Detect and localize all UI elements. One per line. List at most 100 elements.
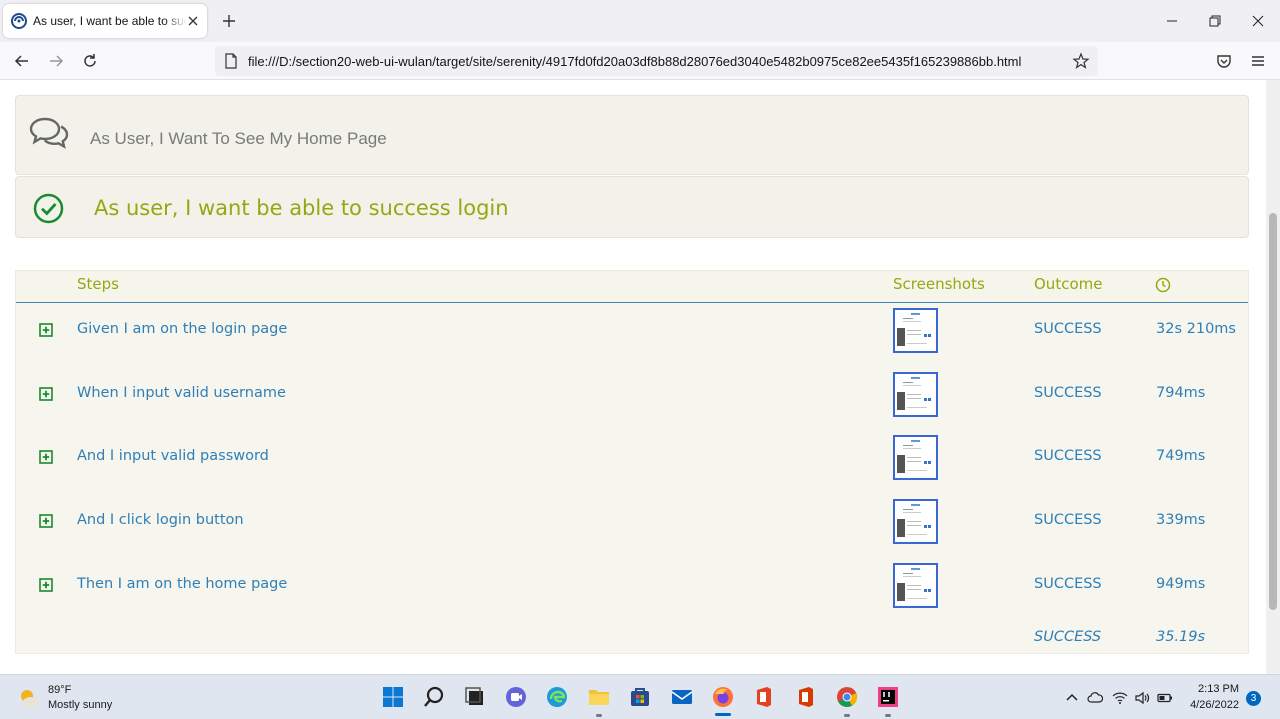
onedrive-cloud-icon[interactable] [1087, 690, 1103, 706]
screenshot-preview-icon [895, 374, 936, 415]
comments-icon [29, 117, 69, 149]
screenshot-thumbnail[interactable] [893, 563, 938, 608]
weather-temperature[interactable]: 89°F [48, 684, 71, 696]
minimize-icon[interactable] [1163, 12, 1181, 30]
chrome-running-indicator [844, 714, 850, 717]
file-icon [225, 53, 237, 69]
step-duration: 749ms [1156, 448, 1206, 464]
clock-time[interactable]: 2:13 PM [1187, 683, 1239, 695]
step-outcome: SUCCESS [1034, 321, 1102, 337]
notification-badge[interactable]: 3 [1246, 691, 1261, 706]
expand-plus-icon[interactable] [39, 514, 53, 528]
file-explorer-icon[interactable] [587, 685, 611, 709]
step-duration: 794ms [1156, 385, 1206, 401]
check-circle-icon [33, 193, 64, 224]
chevron-up-icon[interactable] [1064, 690, 1080, 706]
screenshot-thumbnail[interactable] [893, 372, 938, 417]
expand-plus-icon[interactable] [39, 578, 53, 592]
firefox-icon[interactable] [711, 685, 735, 709]
edge-browser-icon[interactable] [545, 685, 569, 709]
reload-icon[interactable] [80, 51, 100, 71]
tab-title: As user, I want be able to success login [33, 14, 187, 28]
step-outcome: SUCCESS [1034, 385, 1102, 401]
expand-plus-icon[interactable] [39, 323, 53, 337]
screenshots-column-header: Screenshots [893, 275, 985, 293]
expand-plus-icon[interactable] [39, 387, 53, 401]
step-outcome: SUCCESS [1034, 576, 1102, 592]
step-description[interactable]: Then I am on the home page [77, 576, 287, 592]
step-outcome: SUCCESS [1034, 512, 1102, 528]
wifi-icon[interactable] [1112, 690, 1128, 706]
back-arrow-icon[interactable] [12, 51, 32, 71]
hamburger-menu-icon[interactable] [1248, 51, 1268, 71]
screenshot-preview-icon [895, 565, 936, 606]
intellij-idea-icon[interactable] [876, 685, 900, 709]
step-description[interactable]: And I click login button [77, 512, 244, 528]
serenity-favicon-icon [11, 13, 27, 29]
browser-tab-strip: As user, I want be able to success login [0, 0, 1280, 42]
step-description[interactable]: And I input valid password [77, 448, 269, 464]
screenshot-preview-icon [895, 501, 936, 542]
office-alt-icon[interactable] [794, 685, 818, 709]
step-description[interactable]: When I input valid username [77, 385, 286, 401]
screenshot-thumbnail[interactable] [893, 435, 938, 480]
chrome-icon[interactable] [835, 685, 859, 709]
firefox-active-indicator [715, 713, 731, 716]
steps-column-header: Steps [77, 275, 119, 293]
close-tab-icon[interactable] [185, 13, 201, 29]
step-duration: 339ms [1156, 512, 1206, 528]
close-window-icon[interactable] [1249, 12, 1267, 30]
story-header: As User, I Want To See My Home Page [15, 95, 1249, 175]
outcome-column-header: Outcome [1034, 275, 1103, 293]
step-duration: 949ms [1156, 576, 1206, 592]
mail-icon[interactable] [670, 685, 694, 709]
sun-cloud-icon[interactable] [17, 686, 41, 710]
total-outcome: SUCCESS [1034, 629, 1102, 645]
task-view-icon[interactable] [463, 685, 487, 709]
table-row: Then I am on the home page SUCCESS 949ms [16, 563, 1248, 630]
scrollbar-thumb[interactable] [1269, 213, 1277, 610]
volume-icon[interactable] [1134, 690, 1150, 706]
browser-toolbar: file:///D:/section20-web-ui-wulan/target… [0, 42, 1280, 80]
microsoft-store-icon[interactable] [628, 685, 652, 709]
table-row: Given I am on the login page SUCCESS 32s 2… [16, 308, 1248, 375]
weather-description[interactable]: Mostly sunny [48, 699, 112, 711]
clock-date[interactable]: 4/26/2022 [1183, 699, 1239, 711]
url-text[interactable]: file:///D:/section20-web-ui-wulan/target… [248, 54, 1058, 69]
screenshot-thumbnail[interactable] [893, 308, 938, 353]
intellij-running-indicator [885, 714, 891, 717]
explorer-running-indicator [596, 714, 602, 717]
windows-start-icon[interactable] [381, 685, 405, 709]
office-icon[interactable] [752, 685, 776, 709]
story-title: As User, I Want To See My Home Page [90, 129, 387, 148]
bookmark-star-icon[interactable] [1072, 52, 1090, 70]
battery-icon[interactable] [1157, 690, 1173, 706]
teams-chat-icon[interactable] [504, 685, 528, 709]
expand-plus-icon[interactable] [39, 450, 53, 464]
step-description[interactable]: Given I am on the login page [77, 321, 287, 337]
total-duration: 35.19s [1156, 629, 1206, 645]
pocket-icon[interactable] [1214, 51, 1234, 71]
address-bar[interactable]: file:///D:/section20-web-ui-wulan/target… [215, 46, 1098, 76]
table-row: And I click login button SUCCESS 339ms [16, 499, 1248, 566]
forward-arrow-icon[interactable] [46, 51, 66, 71]
windows-taskbar: 89°F Mostly sunny 2:13 PM 4/26/2022 3 [0, 674, 1280, 719]
step-outcome: SUCCESS [1034, 448, 1102, 464]
table-header: Steps Screenshots Outcome [16, 271, 1248, 303]
scenario-title: As user, I want be able to success login [94, 196, 509, 220]
table-row: And I input valid password SUCCESS 749ms [16, 435, 1248, 502]
new-tab-icon[interactable] [220, 12, 238, 30]
browser-tab[interactable]: As user, I want be able to success login [3, 4, 207, 38]
report-page: As User, I Want To See My Home Page As u… [0, 80, 1266, 674]
page-scrollbar[interactable] [1266, 80, 1280, 674]
scenario-header: As user, I want be able to success login [15, 176, 1249, 238]
steps-table: Steps Screenshots Outcome Given I am on … [15, 270, 1249, 654]
step-duration: 32s 210ms [1156, 321, 1236, 337]
table-row: When I input valid username SUCCESS 794ms [16, 372, 1248, 439]
screenshot-preview-icon [895, 310, 936, 351]
screenshot-thumbnail[interactable] [893, 499, 938, 544]
restore-icon[interactable] [1206, 12, 1224, 30]
screenshot-preview-icon [895, 437, 936, 478]
search-icon[interactable] [422, 685, 446, 709]
clock-icon [1155, 277, 1171, 293]
